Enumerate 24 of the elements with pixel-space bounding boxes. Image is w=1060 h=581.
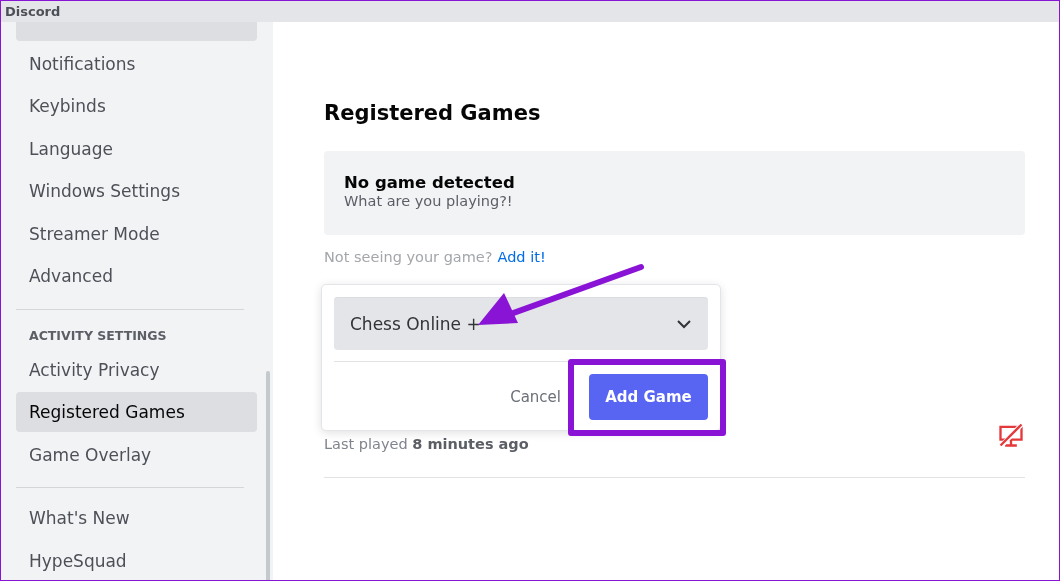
last-played-text: Last played 8 minutes ago (324, 436, 529, 452)
card-subtitle: What are you playing?! (344, 193, 514, 209)
window-title: Discord (5, 4, 61, 19)
sidebar-item[interactable]: Activity Privacy (16, 349, 257, 390)
scrollbar-thumb[interactable] (266, 371, 270, 580)
game-select[interactable]: Chess Online + (334, 297, 708, 350)
cancel-button[interactable]: Cancel (510, 388, 561, 406)
sidebar-item[interactable]: Windows Settings (16, 171, 257, 211)
sidebar-item[interactable]: Registered Games (16, 392, 257, 432)
sidebar-item[interactable]: Game Overlay (16, 434, 257, 475)
section-header: ACTIVITY SETTINGS (28, 326, 168, 345)
card-title: No game detected (344, 173, 516, 192)
sidebar-item[interactable]: HypeSquad (16, 540, 257, 580)
sidebar-item[interactable]: Advanced (16, 256, 257, 296)
hint-text: Not seeing your game? (324, 249, 493, 265)
sidebar-item[interactable]: Language (16, 128, 257, 169)
add-game-button[interactable]: Add Game (589, 374, 708, 420)
sidebar-item[interactable]: What's New (16, 498, 257, 538)
add-it-link[interactable]: Add it! (497, 249, 546, 265)
sidebar-item[interactable]: Streamer Mode (16, 213, 257, 254)
monitor-crossed-icon[interactable] (997, 421, 1025, 449)
sidebar-item[interactable]: Notifications (16, 43, 257, 84)
page-heading: Registered Games (324, 101, 542, 125)
sidebar-item[interactable]: Keybinds (16, 86, 257, 126)
